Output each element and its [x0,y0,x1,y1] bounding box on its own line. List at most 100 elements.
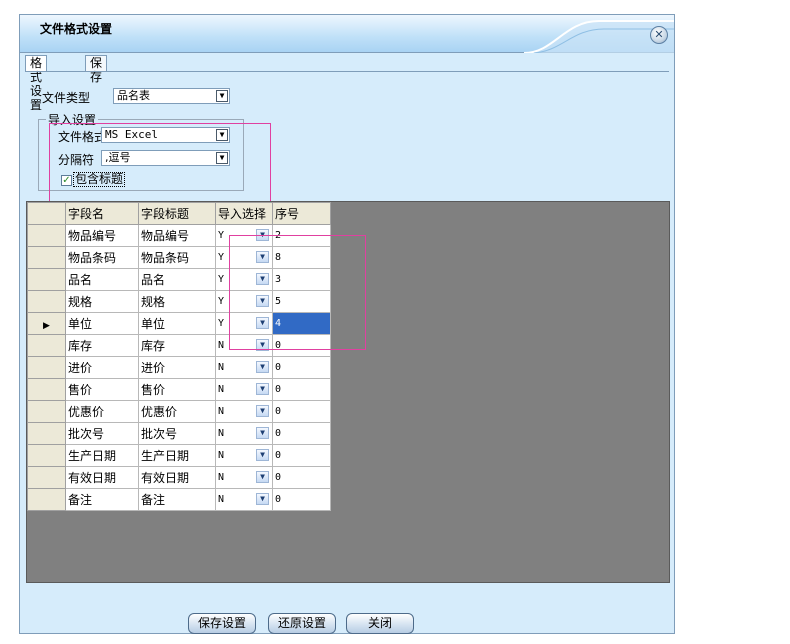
field-title-cell[interactable]: 物品条码 [138,246,216,269]
chevron-down-icon[interactable]: ▼ [256,427,269,439]
chevron-down-icon[interactable]: ▼ [256,471,269,483]
sequence-cell[interactable]: 0 [272,334,331,357]
table-row[interactable]: ▶ 单位 单位 Y ▼ 4 [27,312,331,335]
field-name-cell[interactable]: 批次号 [65,422,139,445]
field-name-cell[interactable]: 库存 [65,334,139,357]
field-title-cell[interactable]: 库存 [138,334,216,357]
import-select-cell[interactable]: Y ▼ [215,246,273,269]
table-row[interactable]: 物品条码 物品条码 Y ▼ 8 [27,246,331,269]
tab-save[interactable]: 保存 [85,55,108,84]
table-row[interactable]: 规格 规格 Y ▼ 5 [27,290,331,313]
sequence-cell[interactable]: 0 [272,378,331,401]
chevron-down-icon[interactable]: ▼ [256,449,269,461]
chevron-down-icon[interactable]: ▼ [256,493,269,505]
import-select-cell[interactable]: Y ▼ [215,268,273,291]
import-select-cell[interactable]: N ▼ [215,356,273,379]
field-name-cell[interactable]: 备注 [65,488,139,511]
row-header[interactable] [27,400,66,423]
field-name-cell[interactable]: 物品编号 [65,224,139,247]
chevron-down-icon[interactable]: ▼ [216,152,228,164]
row-header[interactable] [27,466,66,489]
include-header-checkbox[interactable]: ✓ [61,175,72,186]
table-row[interactable]: 售价 售价 N ▼ 0 [27,378,331,401]
field-name-cell[interactable]: 单位 [65,312,139,335]
chevron-down-icon[interactable]: ▼ [256,383,269,395]
field-title-cell[interactable]: 优惠价 [138,400,216,423]
field-name-cell[interactable]: 生产日期 [65,444,139,467]
table-row[interactable]: 物品编号 物品编号 Y ▼ 2 [27,224,331,247]
field-title-cell[interactable]: 备注 [138,488,216,511]
sequence-cell[interactable]: 0 [272,466,331,489]
sequence-cell[interactable]: 8 [272,246,331,269]
table-row[interactable]: 优惠价 优惠价 N ▼ 0 [27,400,331,423]
field-name-cell[interactable]: 品名 [65,268,139,291]
restore-settings-button[interactable]: 还原设置 [268,613,336,634]
field-title-cell[interactable]: 批次号 [138,422,216,445]
close-button[interactable]: 关闭 [346,613,414,634]
row-header[interactable] [27,290,66,313]
chevron-down-icon[interactable]: ▼ [256,317,269,329]
column-header[interactable]: 字段名 [65,202,139,225]
table-row[interactable]: 批次号 批次号 N ▼ 0 [27,422,331,445]
table-row[interactable]: 进价 进价 N ▼ 0 [27,356,331,379]
row-header[interactable] [27,224,66,247]
import-select-cell[interactable]: N ▼ [215,488,273,511]
sequence-cell[interactable]: 2 [272,224,331,247]
sequence-cell[interactable]: 5 [272,290,331,313]
sequence-cell[interactable]: 0 [272,356,331,379]
import-select-cell[interactable]: N ▼ [215,334,273,357]
chevron-down-icon[interactable]: ▼ [256,361,269,373]
row-header[interactable] [27,356,66,379]
field-title-cell[interactable]: 规格 [138,290,216,313]
column-header[interactable]: 导入选择 [215,202,273,225]
field-name-cell[interactable]: 进价 [65,356,139,379]
import-select-cell[interactable]: N ▼ [215,400,273,423]
row-header[interactable] [27,378,66,401]
chevron-down-icon[interactable]: ▼ [216,129,228,141]
file-format-select[interactable]: MS Excel ▼ [101,127,230,143]
chevron-down-icon[interactable]: ▼ [256,273,269,285]
row-header[interactable]: ▶ [27,312,66,335]
sequence-cell[interactable]: 4 [272,312,331,335]
column-header[interactable]: 字段标题 [138,202,216,225]
chevron-down-icon[interactable]: ▼ [256,295,269,307]
field-name-cell[interactable]: 售价 [65,378,139,401]
sequence-cell[interactable]: 0 [272,422,331,445]
field-name-cell[interactable]: 优惠价 [65,400,139,423]
chevron-down-icon[interactable]: ▼ [256,339,269,351]
import-select-cell[interactable]: N ▼ [215,378,273,401]
import-select-cell[interactable]: Y ▼ [215,224,273,247]
chevron-down-icon[interactable]: ▼ [216,90,228,102]
sequence-cell[interactable]: 0 [272,488,331,511]
sequence-cell[interactable]: 0 [272,444,331,467]
field-title-cell[interactable]: 售价 [138,378,216,401]
chevron-down-icon[interactable]: ▼ [256,251,269,263]
title-bar[interactable]: 文件格式设置 ✕ [20,15,674,53]
row-header[interactable] [27,422,66,445]
table-row[interactable]: 品名 品名 Y ▼ 3 [27,268,331,291]
file-type-select[interactable]: 品名表 ▼ [113,88,230,104]
field-name-cell[interactable]: 有效日期 [65,466,139,489]
column-header[interactable]: 序号 [272,202,331,225]
close-icon[interactable]: ✕ [650,26,668,44]
field-name-cell[interactable]: 规格 [65,290,139,313]
table-row[interactable]: 有效日期 有效日期 N ▼ 0 [27,466,331,489]
tab-format-settings[interactable]: 格式设置 [25,55,48,112]
import-select-cell[interactable]: Y ▼ [215,312,273,335]
chevron-down-icon[interactable]: ▼ [256,229,269,241]
field-title-cell[interactable]: 单位 [138,312,216,335]
table-row[interactable]: 生产日期 生产日期 N ▼ 0 [27,444,331,467]
field-title-cell[interactable]: 进价 [138,356,216,379]
include-header-label[interactable]: 包含标题 [73,172,126,187]
import-select-cell[interactable]: Y ▼ [215,290,273,313]
row-header[interactable] [27,268,66,291]
separator-select[interactable]: ,逗号 ▼ [101,150,230,166]
row-header[interactable] [27,334,66,357]
row-header[interactable] [27,246,66,269]
sequence-cell[interactable]: 3 [272,268,331,291]
chevron-down-icon[interactable]: ▼ [256,405,269,417]
table-row[interactable]: 备注 备注 N ▼ 0 [27,488,331,511]
row-header[interactable] [27,444,66,467]
import-select-cell[interactable]: N ▼ [215,422,273,445]
field-title-cell[interactable]: 生产日期 [138,444,216,467]
